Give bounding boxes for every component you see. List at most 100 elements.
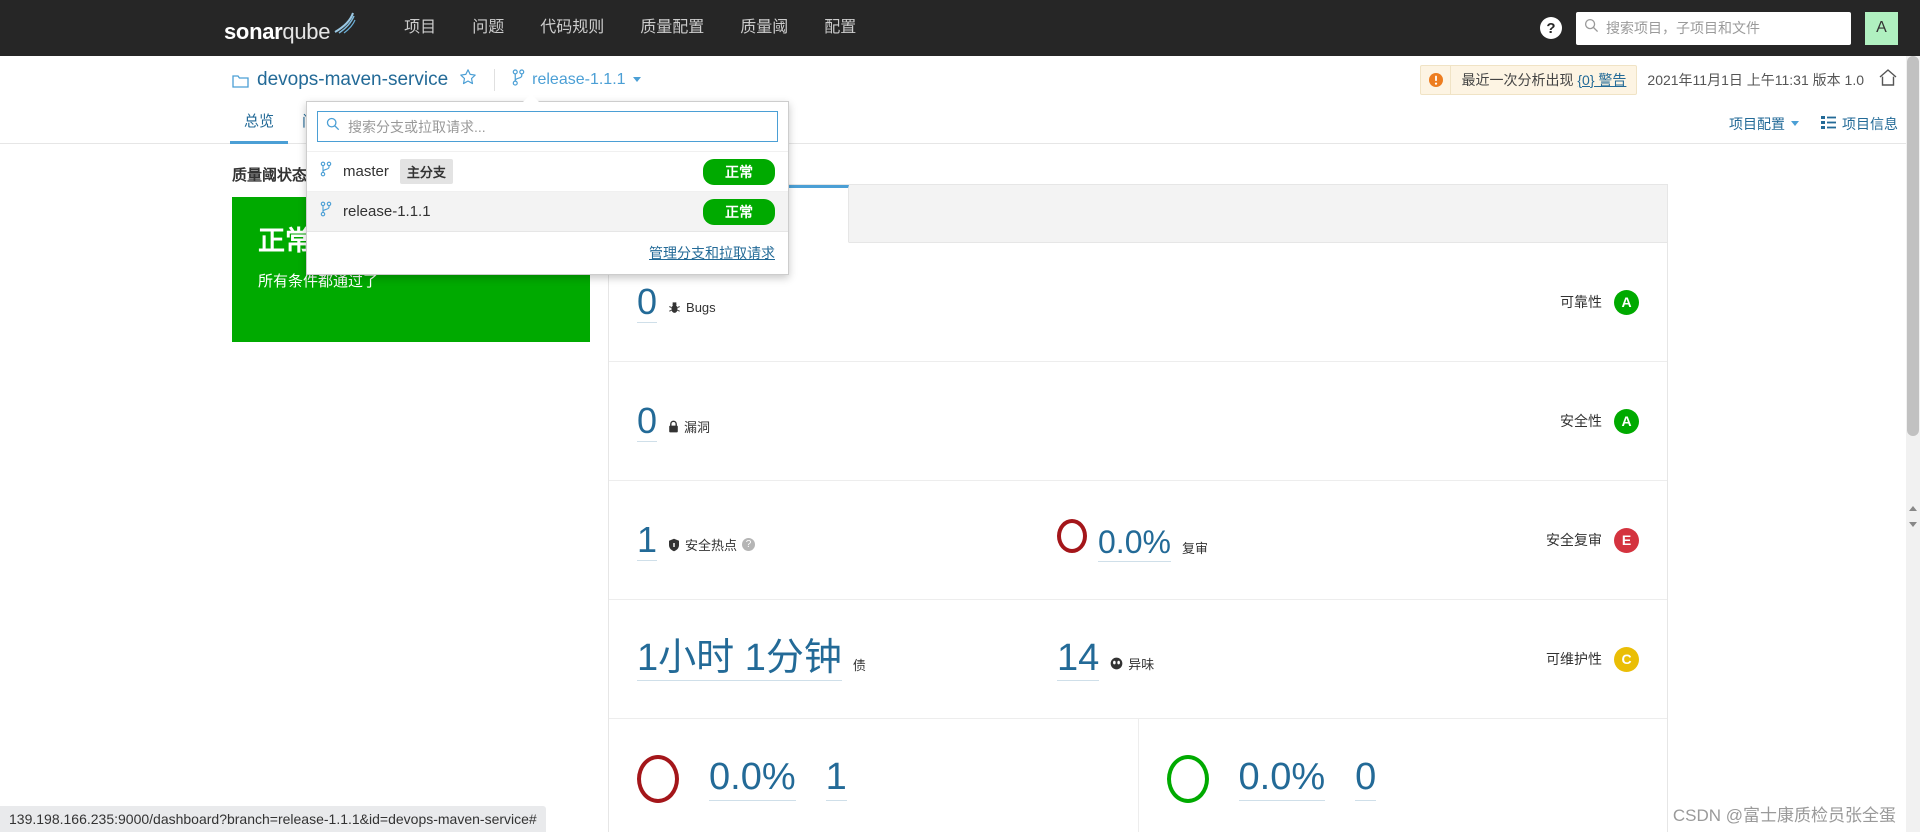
nav-link-projects[interactable]: 项目 [386,0,454,56]
branch-dropdown-popup: master 主分支 正常 release-1.1.1 正常 管理分支和拉取请求 [306,94,789,275]
bugs-measure: 0 Bugs [637,281,1057,324]
hotspots-reviewed-measure: 0.0% 复审 [1057,518,1437,562]
user-avatar[interactable]: A [1865,11,1898,45]
measures-panel: 全部代码 0 [608,184,1668,832]
global-search-box[interactable] [1576,11,1851,45]
reliability-rating-badge[interactable]: A [1614,289,1639,315]
branch-icon [320,161,332,182]
branch-search-section [307,102,788,151]
vulnerabilities-value[interactable]: 0 [637,400,658,443]
favorite-star-icon[interactable] [459,68,477,91]
analysis-warning-text: 最近一次分析出现 {0} 警告 [1451,70,1636,90]
security-review-rating-cell: 安全复审 E [1546,527,1639,553]
project-name[interactable]: devops-maven-service [257,69,448,91]
search-icon [1584,18,1599,38]
project-information-button[interactable]: 项目信息 [1821,114,1898,134]
quality-gate-title-text: 质量阈状态 [232,167,308,184]
warning-icon [1421,65,1452,94]
top-navigation-bar: sonarqube 项目 问题 代码规则 质量配置 质量阈 配置 ? 搜索项目，… [0,0,1920,56]
code-smells-label: 异味 [1110,654,1154,673]
global-search-input[interactable] [1606,20,1843,36]
sonarqube-logo[interactable]: sonarqube [224,12,356,45]
security-hotspots-label: 安全热点 ? [668,535,756,554]
maintainability-rating-name: 可维护性 [1546,651,1602,667]
tab-overview[interactable]: 总览 [230,103,289,144]
coverage-donut [637,754,679,803]
security-rating-badge[interactable]: A [1614,408,1639,434]
unit-tests-measure: 1 [825,756,847,801]
project-icon [232,73,249,88]
code-smells-value[interactable]: 14 [1057,637,1100,682]
reliability-rating-name: 可靠性 [1560,294,1602,310]
main-nav-links: 项目 问题 代码规则 质量配置 质量阈 配置 [386,0,874,56]
maintainability-rating-cell: 可维护性 C [1546,646,1639,672]
branch-selector[interactable]: release-1.1.1 [512,68,641,91]
duplicated-blocks-value[interactable]: 0 [1355,756,1377,801]
vertical-scrollbar[interactable] [1906,56,1920,832]
vulnerabilities-label-text: 漏洞 [684,419,711,435]
nav-link-issues[interactable]: 问题 [454,0,522,56]
scroll-down-arrow-icon[interactable] [1909,522,1917,527]
code-smells-measure: 14 异味 [1057,637,1437,682]
help-icon[interactable]: ? [742,538,756,552]
chevron-down-icon [632,77,641,82]
branch-option-master[interactable]: master 主分支 正常 [307,151,788,191]
status-bar-url: 139.198.166.235:9000/dashboard?branch=re… [9,811,537,827]
hotspots-reviewed-percent[interactable]: 0.0% [1098,524,1171,562]
home-icon[interactable] [1878,68,1898,92]
branch-name-label: release-1.1.1 [532,70,626,88]
code-smells-label-text: 异味 [1128,656,1155,672]
project-settings-label: 项目配置 [1729,115,1785,132]
nav-link-quality-profiles[interactable]: 质量配置 [622,0,722,56]
project-tabs-right: 项目配置 项目信息 [1729,103,1898,144]
warning-count-link[interactable]: {0} 警告 [1577,72,1626,88]
branch-option-name: release-1.1.1 [343,203,431,220]
header-divider [494,68,496,91]
project-settings-menu[interactable]: 项目配置 [1729,114,1799,134]
overview-content: 质量阈状态 ? 正常 所有条件都通过了 全部代码 0 [0,144,1920,832]
nav-link-quality-gates[interactable]: 质量阈 [722,0,806,56]
security-hotspots-value[interactable]: 1 [637,519,658,562]
analysis-date-version: 2021年11月1日 上午11:31 版本 1.0 [1647,71,1864,88]
duplication-donut [1166,754,1209,803]
duplicated-blocks-measure: 0 [1355,756,1377,801]
unit-tests-value[interactable]: 1 [825,756,847,801]
coverage-percent[interactable]: 0.0% [709,756,796,801]
security-review-rating-badge[interactable]: E [1614,527,1639,553]
branch-status-badge: 正常 [703,158,775,185]
bugs-value[interactable]: 0 [637,281,658,324]
duplication-measure: 0.0% [1238,756,1326,801]
top-nav-right-group: ? A [1540,0,1898,56]
bug-icon [668,301,681,314]
technical-debt-measure: 1小时 1分钟 债 [637,637,1057,682]
manage-branches-link[interactable]: 管理分支和拉取请求 [649,245,775,261]
branch-search-input[interactable] [348,118,769,135]
security-rating-cell: 安全性 A [1560,408,1639,434]
scrollbar-thumb[interactable] [1907,56,1919,436]
security-hotspots-measure: 1 安全热点 ? [637,519,1057,562]
nav-link-rules[interactable]: 代码规则 [522,0,622,56]
hotspots-reviewed-donut [1057,518,1087,553]
coverage-block: 0.0% 1 [609,719,1138,832]
coverage-measure: 0.0% [709,756,796,801]
measure-row-maintainability: 1小时 1分钟 债 14 异味 可维护性 C [609,600,1667,719]
browser-status-bar: 139.198.166.235:9000/dashboard?branch=re… [0,806,546,832]
duplication-block: 0.0% 0 [1137,719,1668,832]
panel-tab-spacer [849,185,1667,242]
brand-text: sonarqube [224,18,331,44]
search-icon [326,117,340,136]
duplication-percent[interactable]: 0.0% [1238,756,1326,801]
branch-option-name: master [343,163,389,180]
analysis-warning-badge[interactable]: 最近一次分析出现 {0} 警告 [1420,64,1638,95]
technical-debt-value[interactable]: 1小时 1分钟 [637,637,842,682]
vulnerabilities-label: 漏洞 [668,417,710,436]
security-review-rating-name: 安全复审 [1546,532,1602,548]
scroll-up-arrow-icon[interactable] [1909,506,1917,511]
branch-option-release[interactable]: release-1.1.1 正常 [307,191,788,231]
nav-link-administration[interactable]: 配置 [806,0,874,56]
code-smell-icon [1110,657,1123,670]
branch-search-box[interactable] [317,111,778,142]
maintainability-rating-badge[interactable]: C [1614,646,1639,672]
help-icon[interactable]: ? [1540,17,1562,39]
branch-dropdown-footer: 管理分支和拉取请求 [307,231,788,274]
